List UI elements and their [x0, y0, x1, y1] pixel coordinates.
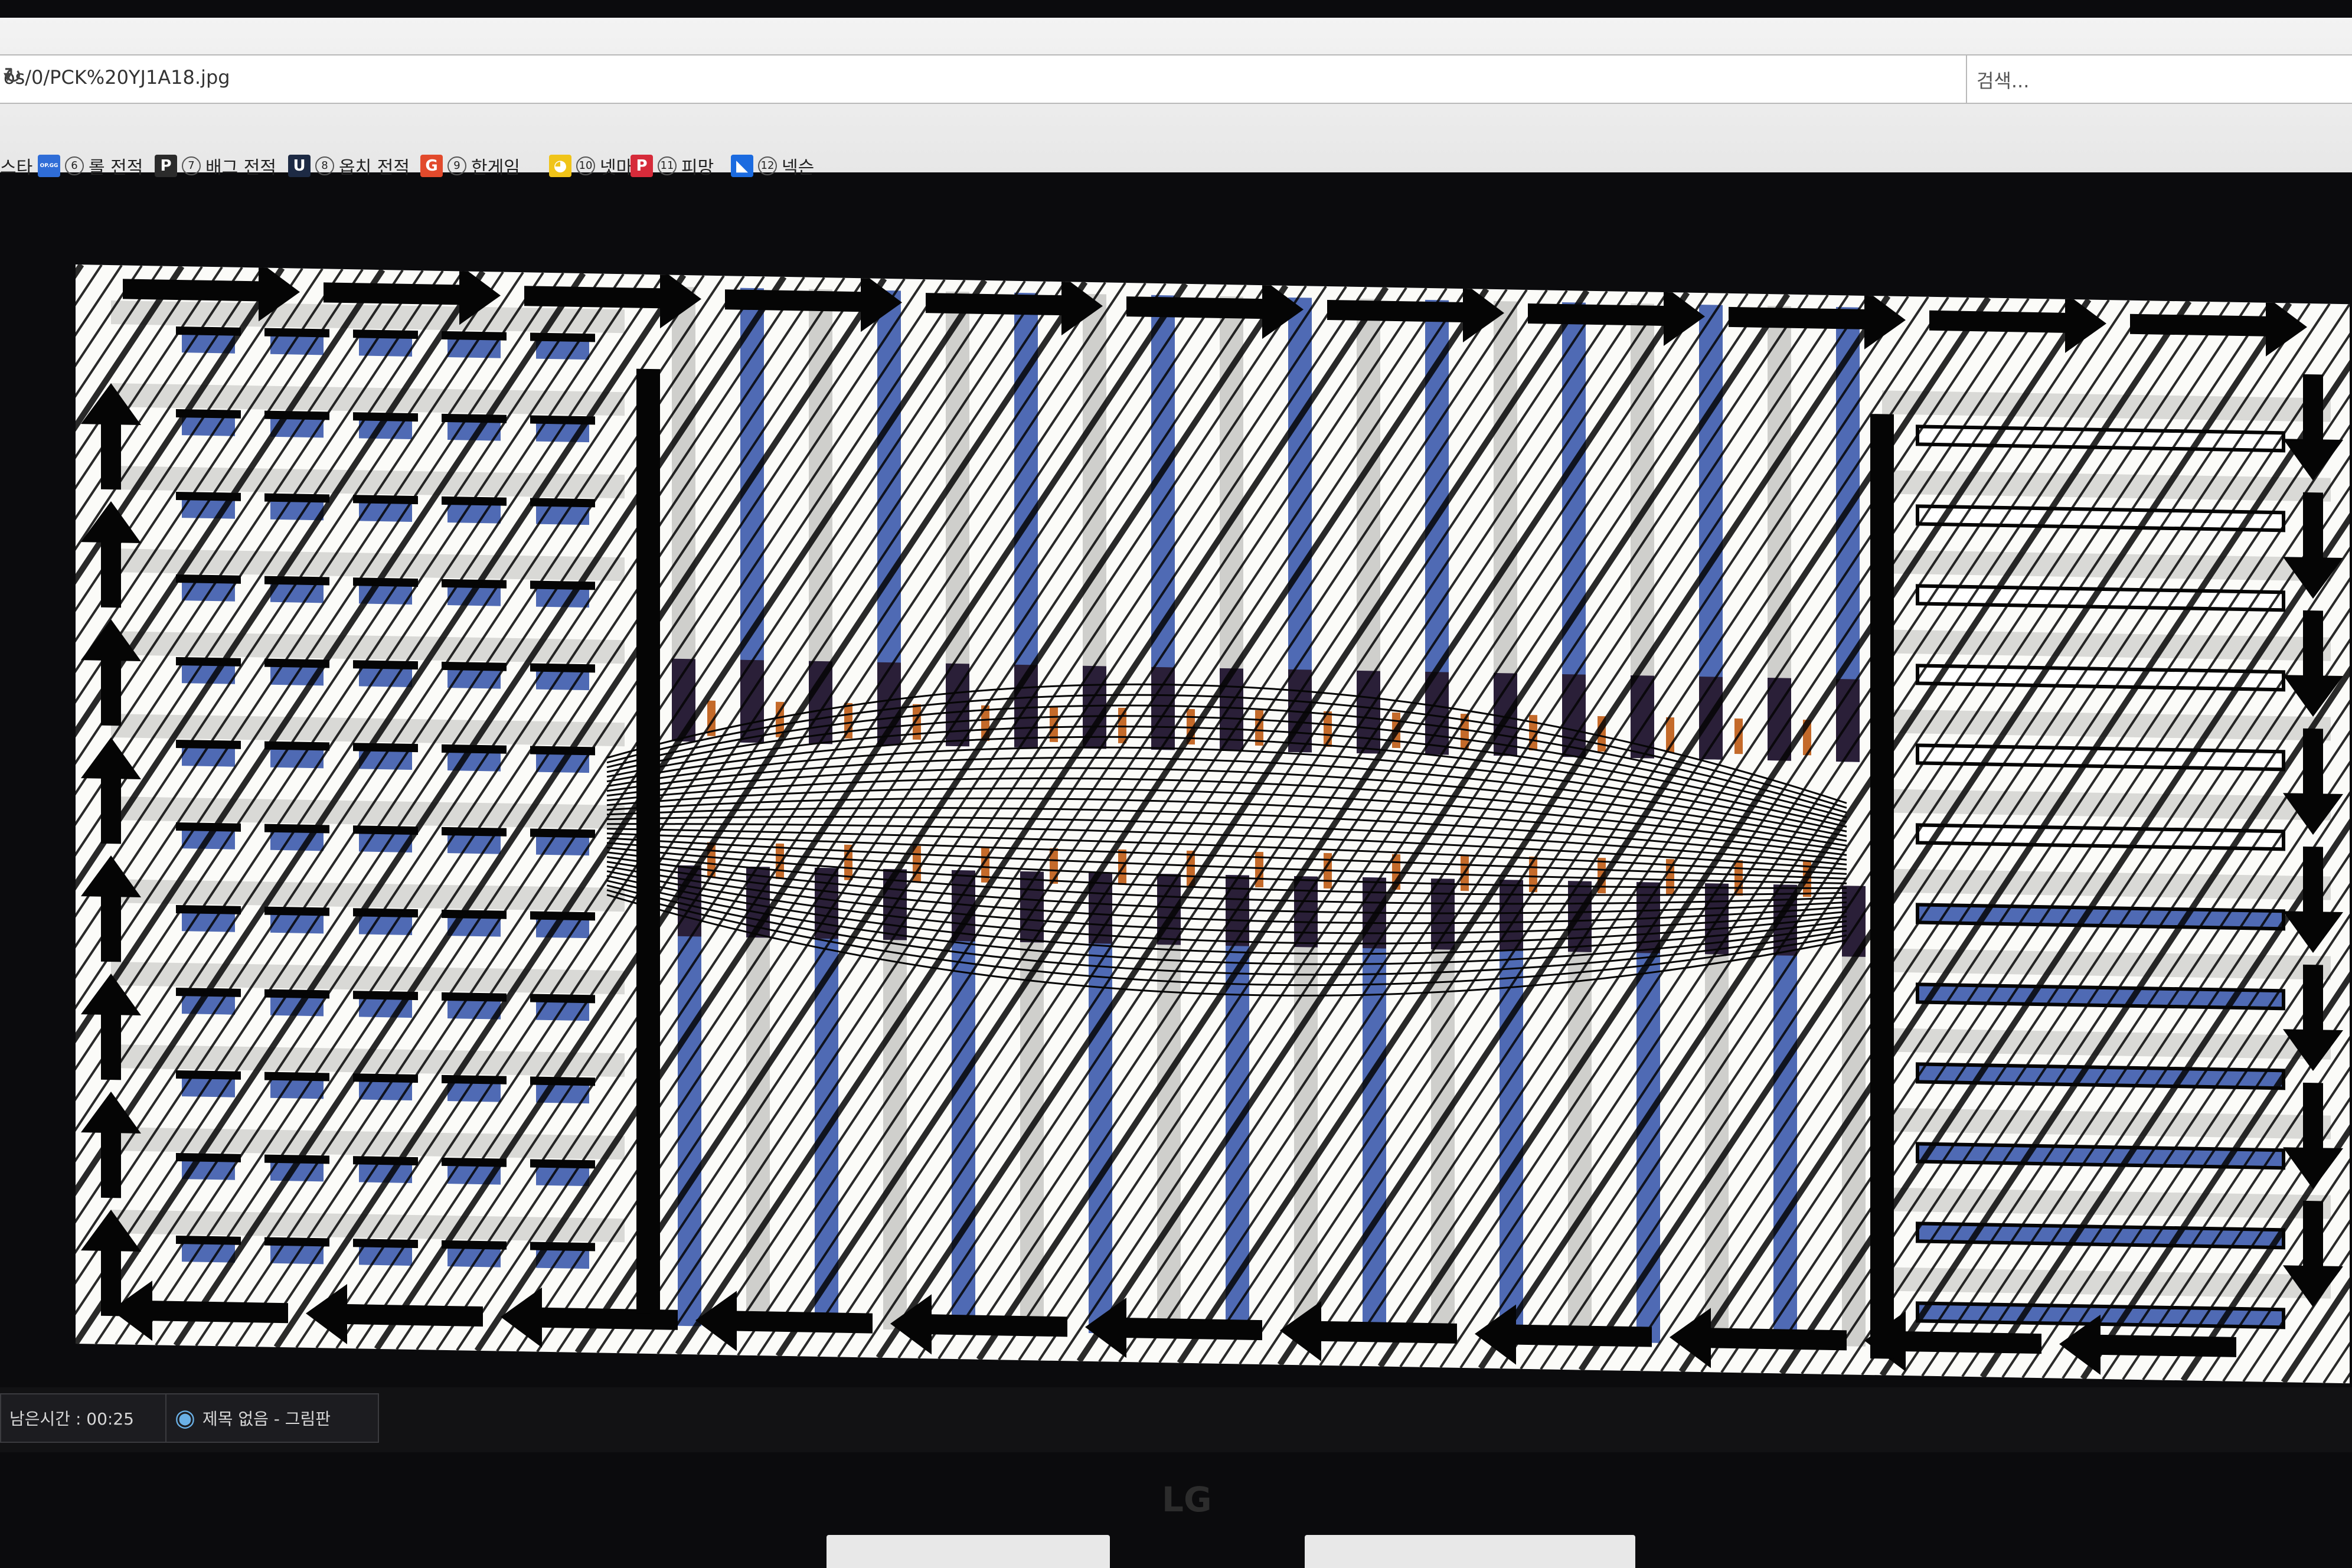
op-gg-icon: OP.GG [38, 155, 60, 177]
dark-block [442, 331, 507, 341]
dark-block [264, 410, 329, 420]
dark-block [176, 904, 241, 914]
bookmark-number: 12 [758, 156, 777, 175]
pipe-cap [1562, 674, 1586, 757]
bookmark-label: 한게임 [471, 158, 520, 178]
bookmark-item[interactable]: P 7 배그 전적 [155, 151, 276, 181]
divider [636, 368, 660, 1314]
netmarble-icon: ◕ [549, 155, 571, 177]
paint-icon: ◉ [175, 1404, 195, 1432]
bookmark-number: 8 [315, 156, 334, 175]
monitor-brand-logo: LG [1162, 1479, 1212, 1520]
dark-block [353, 825, 418, 835]
paint-taskbar-item[interactable]: ◉ 제목 없음 - 그림판 [165, 1393, 379, 1443]
taskbar: 남은시간 : 00:25 ◉ 제목 없음 - 그림판 [0, 1387, 2352, 1452]
refresh-icon[interactable]: ↻ [4, 63, 1956, 89]
bookmark-number: 11 [658, 156, 677, 175]
dark-block [530, 498, 595, 508]
bookmark-label: 옵치 전적 [339, 158, 410, 178]
dark-block [530, 994, 595, 1004]
dark-block [176, 574, 241, 584]
pipe-cap [809, 661, 832, 744]
search-placeholder: 검색... [1977, 70, 2030, 92]
browser-chrome: os/0/PCK%20YJ1A18.jpg ▾ ↻ 검색... 스타 OP.GG 6… [0, 18, 2352, 178]
bookmark-label: 배그 전적 [205, 158, 276, 178]
image-viewer [76, 264, 2350, 1384]
bookmark-item[interactable]: P 11 피망 [631, 151, 714, 181]
dark-block [353, 1073, 418, 1083]
bookmark-item[interactable]: U 8 옵치 전적 [288, 151, 410, 181]
paint-window-label: 제목 없음 - 그림판 [202, 1409, 331, 1429]
dark-block [353, 577, 418, 587]
pmang-icon: P [631, 155, 653, 177]
hangame-icon: G [420, 155, 443, 177]
stand-left [827, 1535, 1110, 1568]
bookmark-star[interactable]: 스타 [0, 151, 32, 181]
address-bar[interactable]: os/0/PCK%20YJ1A18.jpg ▾ ↻ [0, 54, 1967, 104]
arrow-left [81, 855, 141, 962]
dark-block [530, 746, 595, 756]
dark-block [442, 413, 507, 423]
dark-block [442, 661, 507, 671]
stand-right [1305, 1535, 1635, 1568]
dark-block [353, 495, 418, 505]
bookmark-label: 넥슨 [782, 158, 815, 178]
dark-block [264, 1237, 329, 1247]
arrow-left [81, 737, 141, 844]
dark-block [264, 989, 329, 999]
timer-taskbar-item[interactable]: 남은시간 : 00:25 [0, 1393, 166, 1443]
bookmark-item[interactable]: G 9 한게임 [420, 151, 520, 181]
bookmark-label: 롤 전적 [89, 158, 143, 178]
bookmark-number: 6 [65, 156, 84, 175]
bookmark-label: 피망 [681, 158, 714, 178]
dark-block [530, 1076, 595, 1086]
dark-block [176, 822, 241, 832]
search-box[interactable]: 검색... [1966, 54, 2352, 104]
overwatch-icon: U [288, 155, 311, 177]
arrow-bottom [111, 1280, 288, 1341]
dark-block [442, 909, 507, 919]
horizontal-pipe [1916, 823, 2285, 851]
dark-block [176, 1152, 241, 1162]
bookmark-number: 7 [182, 156, 201, 175]
bookmark-number: 10 [576, 156, 595, 175]
divider [1870, 414, 1894, 1359]
bookmark-item[interactable]: OP.GG 6 롤 전적 [38, 151, 143, 181]
dark-block [176, 326, 241, 336]
bookmark-item[interactable]: ◣ 12 넥슨 [731, 151, 814, 181]
timer-label: 남은시간 : 00:25 [9, 1409, 134, 1429]
pubg-icon: P [155, 155, 177, 177]
bookmark-number: 9 [447, 156, 466, 175]
nexon-icon: ◣ [731, 155, 753, 177]
vandalized-layout-image [76, 264, 2350, 1384]
